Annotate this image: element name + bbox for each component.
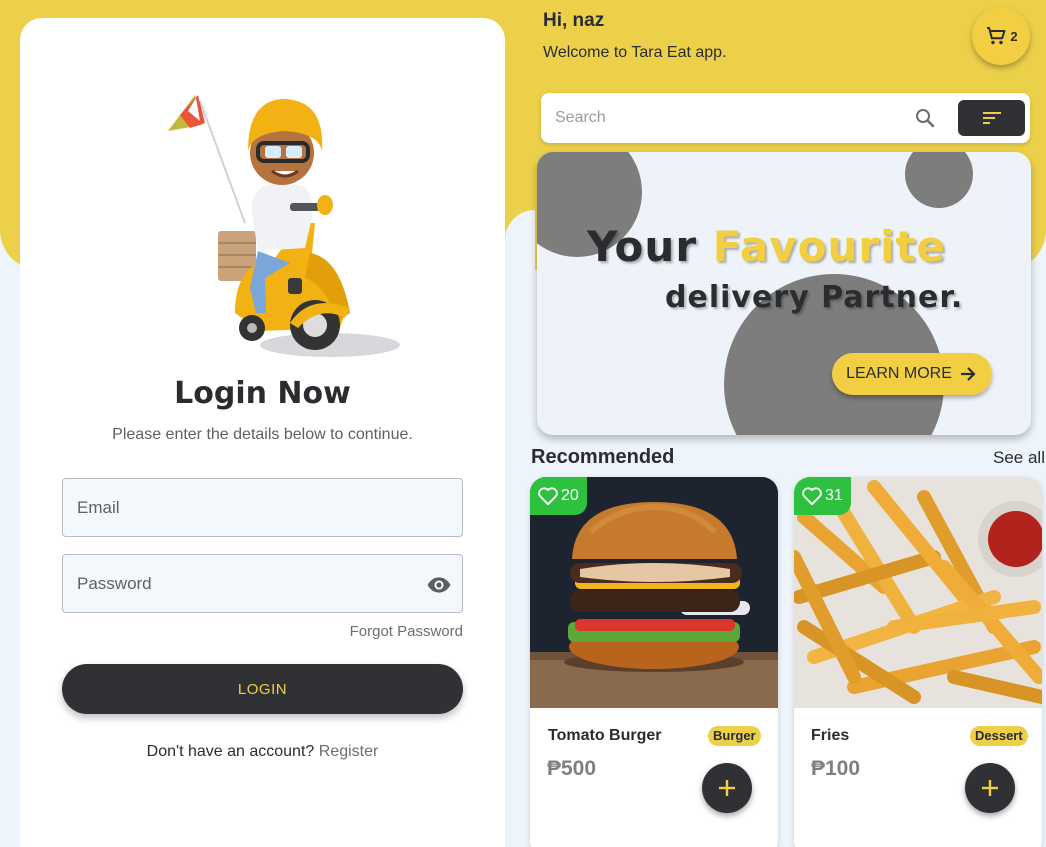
see-all-link[interactable]: See all (993, 448, 1045, 468)
food-name: Tomato Burger (548, 727, 662, 744)
cart-button[interactable]: 2 (972, 7, 1030, 65)
login-subtitle: Please enter the details below to contin… (112, 426, 413, 443)
filter-icon (982, 112, 1001, 124)
background-curve (505, 210, 535, 290)
heart-icon (538, 487, 558, 506)
food-price: ₱100 (811, 757, 861, 780)
plus-icon (719, 780, 735, 796)
password-field[interactable] (62, 554, 463, 613)
eye-icon[interactable] (426, 572, 452, 598)
cart-icon (987, 27, 1006, 45)
food-name: Fries (811, 727, 850, 744)
learn-more-button[interactable]: LEARN MORE (832, 353, 992, 395)
password-input[interactable] (63, 555, 462, 612)
learn-more-label: LEARN MORE (846, 365, 952, 382)
search-bar (541, 93, 1030, 143)
like-count: 20 (561, 487, 579, 504)
forgot-password-link[interactable]: Forgot Password (350, 623, 463, 640)
plus-icon (982, 780, 998, 796)
promo-banner: Your Favourite delivery Partner. LEARN M… (537, 152, 1031, 435)
banner-headline-text: Your (587, 222, 698, 271)
like-badge[interactable]: 20 (530, 477, 587, 515)
category-badge: Burger (708, 726, 761, 746)
food-card[interactable]: 20 Tomato Burger Burger ₱500 (530, 477, 778, 847)
banner-decoration-circle (905, 152, 973, 208)
food-price: ₱500 (547, 757, 597, 780)
search-icon[interactable] (913, 106, 937, 130)
welcome-text: Welcome to Tara Eat app. (543, 44, 727, 61)
food-card[interactable]: 31 Fries Dessert ₱100 (794, 477, 1042, 847)
email-field[interactable] (62, 478, 463, 537)
banner-subline: delivery Partner. (665, 280, 964, 315)
register-link[interactable]: Register (319, 743, 379, 760)
no-account-text: Don't have an account? (146, 743, 315, 760)
banner-headline-highlight: Favourite (712, 222, 947, 271)
like-count: 31 (825, 487, 843, 504)
login-card: Login Now Please enter the details below… (20, 18, 505, 847)
login-title: Login Now (174, 376, 351, 411)
delivery-scooter-illustration (168, 95, 400, 357)
search-input[interactable] (541, 93, 901, 143)
add-to-cart-button[interactable] (965, 763, 1015, 813)
cart-count: 2 (1010, 28, 1018, 44)
heart-icon (802, 487, 822, 506)
filter-button[interactable] (958, 100, 1025, 136)
greeting-name: Hi, naz (543, 10, 605, 31)
register-prompt: Don't have an account? Register (20, 743, 505, 761)
arrow-right-icon (960, 367, 976, 381)
add-to-cart-button[interactable] (702, 763, 752, 813)
banner-headline: Your Favourite (587, 222, 946, 271)
category-badge: Dessert (970, 726, 1028, 746)
login-button[interactable]: LOGIN (62, 664, 463, 714)
like-badge[interactable]: 31 (794, 477, 851, 515)
section-title: Recommended (531, 446, 675, 468)
email-input[interactable] (63, 479, 462, 536)
